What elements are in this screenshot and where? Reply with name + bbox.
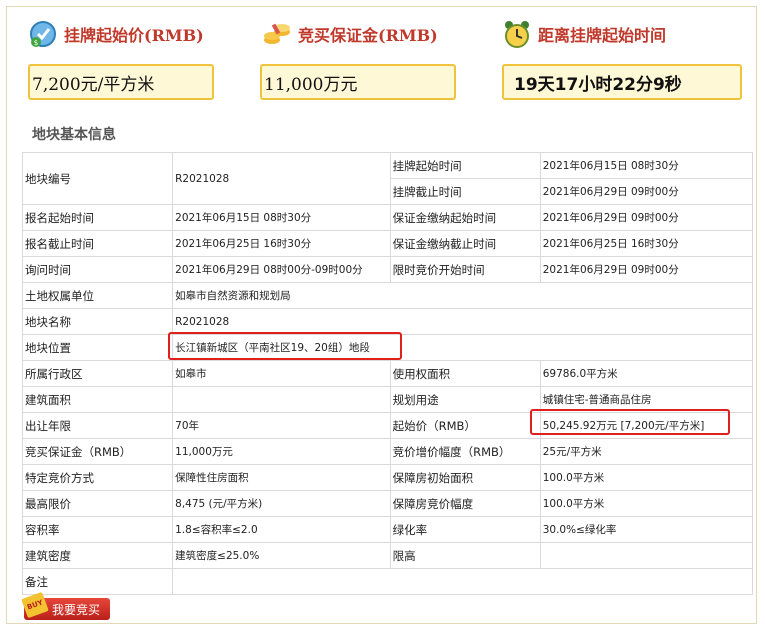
label-cell: 起始价（RMB） (389, 412, 541, 439)
alarm-clock-icon (502, 19, 532, 49)
label-cell: 保障房初始面积 (389, 464, 541, 491)
label-cell: 地块名称 (21, 308, 174, 335)
value-cell: 70年 (172, 412, 391, 439)
label-cell: 最高限价 (21, 490, 174, 517)
value-cell: 如皋市自然资源和规划局 (172, 282, 753, 309)
label-cell: 建筑面积 (21, 386, 174, 413)
value-cell: R2021028 (172, 152, 391, 205)
label-cell: 规划用途 (389, 386, 541, 413)
label-cell: 竞买保证金（RMB） (21, 438, 174, 465)
value-cell: 8,475 (元/平方米) (172, 490, 391, 517)
price-highlight-box (530, 409, 730, 435)
location-highlight-box (168, 332, 402, 360)
table-row: 土地权属单位 如皋市自然资源和规划局 (21, 282, 753, 309)
start-price-panel: $ 挂牌起始价(RMB) (28, 14, 204, 54)
value-cell: 2021年06月29日 09时00分 (539, 178, 754, 205)
value-cell: 2021年06月29日 08时00分-09时00分 (172, 256, 391, 283)
label-cell: 地块编号 (21, 152, 174, 205)
value-cell: 2021年06月25日 16时30分 (172, 230, 391, 257)
table-row: 特定竞价方式 保障性住房面积 保障房初始面积 100.0平方米 (21, 464, 754, 491)
value-cell: 2021年06月29日 09时00分 (539, 256, 754, 283)
value-cell: 2021年06月15日 08时30分 (172, 204, 391, 231)
value-cell: 建筑密度≤25.0% (172, 542, 391, 569)
value-cell: 1.8≤容积率≤2.0 (172, 516, 391, 543)
countdown-value: 19天17小时22分9秒 (502, 64, 742, 100)
label-cell: 限时竞价开始时间 (389, 256, 541, 283)
table-row: 报名截止时间 2021年06月25日 16时30分 保证金缴纳截止时间 2021… (21, 230, 754, 257)
label-cell: 报名起始时间 (21, 204, 174, 231)
buy-button-label: 我要竞买 (51, 602, 100, 617)
label-cell: 建筑密度 (21, 542, 174, 569)
table-row: 地块编号 R2021028 挂牌起始时间 2021年06月15日 08时30分 (21, 152, 754, 205)
label-cell: 挂牌起始时间 (389, 152, 541, 179)
value-cell: 保障性住房面积 (172, 464, 391, 491)
deposit-value: 11,000万元 (260, 64, 456, 100)
label-cell: 保证金缴纳截止时间 (389, 230, 541, 257)
label-cell: 保证金缴纳起始时间 (389, 204, 541, 231)
table-row: 备注 (21, 568, 753, 595)
label-cell: 限高 (389, 542, 541, 569)
countdown-title: 距离挂牌起始时间 (538, 26, 667, 45)
price-tag-icon: $ (28, 19, 58, 49)
label-cell: 保障房竞价幅度 (389, 490, 541, 517)
label-cell: 土地权属单位 (21, 282, 174, 309)
value-cell: 100.0平方米 (539, 490, 754, 517)
label-cell: 特定竞价方式 (21, 464, 174, 491)
land-info-table: 地块编号 R2021028 挂牌起始时间 2021年06月15日 08时30分 … (21, 152, 754, 595)
table-row: 报名起始时间 2021年06月15日 08时30分 保证金缴纳起始时间 2021… (21, 204, 754, 231)
value-cell: 2021年06月29日 09时00分 (539, 204, 754, 231)
value-cell (172, 386, 391, 413)
value-cell: 2021年06月25日 16时30分 (539, 230, 754, 257)
table-row: 竞买保证金（RMB） 11,000万元 竞价增价幅度（RMB） 25元/平方米 (21, 438, 754, 465)
table-row: 所属行政区 如皋市 使用权面积 69786.0平方米 (21, 360, 754, 387)
buy-button[interactable]: BUY 我要竞买 (21, 591, 110, 620)
table-row: 询问时间 2021年06月29日 08时00分-09时00分 限时竞价开始时间 … (21, 256, 754, 283)
table-row: 建筑密度 建筑密度≤25.0% 限高 (21, 542, 754, 569)
value-cell: 2021年06月15日 08时30分 (539, 152, 754, 179)
table-row: 地块名称 R2021028 (21, 308, 753, 335)
value-cell: 11,000万元 (172, 438, 391, 465)
table-row: 最高限价 8,475 (元/平方米) 保障房竞价幅度 100.0平方米 (21, 490, 754, 517)
label-cell: 挂牌截止时间 (389, 178, 541, 205)
label-cell: 地块位置 (21, 334, 174, 361)
label-cell: 询问时间 (21, 256, 174, 283)
value-cell: R2021028 (172, 308, 753, 335)
deposit-panel: 竞买保证金(RMB) (262, 14, 438, 54)
label-cell: 所属行政区 (21, 360, 174, 387)
start-price-value: 7,200元/平方米 (28, 64, 214, 100)
label-cell: 报名截止时间 (21, 230, 174, 257)
label-cell: 使用权面积 (389, 360, 541, 387)
deposit-title: 竞买保证金(RMB) (298, 26, 438, 45)
coins-icon (262, 19, 292, 49)
value-cell (539, 542, 754, 569)
countdown-panel: 距离挂牌起始时间 (502, 14, 666, 54)
start-price-title: 挂牌起始价(RMB) (64, 26, 204, 45)
value-cell (172, 568, 753, 595)
label-cell: 出让年限 (21, 412, 174, 439)
value-cell: 30.0%≤绿化率 (539, 516, 754, 543)
label-cell: 备注 (21, 568, 174, 595)
value-cell: 69786.0平方米 (539, 360, 754, 387)
section-title: 地块基本信息 (32, 127, 116, 143)
value-cell: 100.0平方米 (539, 464, 754, 491)
value-cell: 25元/平方米 (539, 438, 754, 465)
label-cell: 竞价增价幅度（RMB） (389, 438, 541, 465)
label-cell: 容积率 (21, 516, 174, 543)
svg-text:$: $ (34, 39, 38, 47)
label-cell: 绿化率 (389, 516, 541, 543)
value-cell: 如皋市 (172, 360, 391, 387)
table-row: 容积率 1.8≤容积率≤2.0 绿化率 30.0%≤绿化率 (21, 516, 754, 543)
